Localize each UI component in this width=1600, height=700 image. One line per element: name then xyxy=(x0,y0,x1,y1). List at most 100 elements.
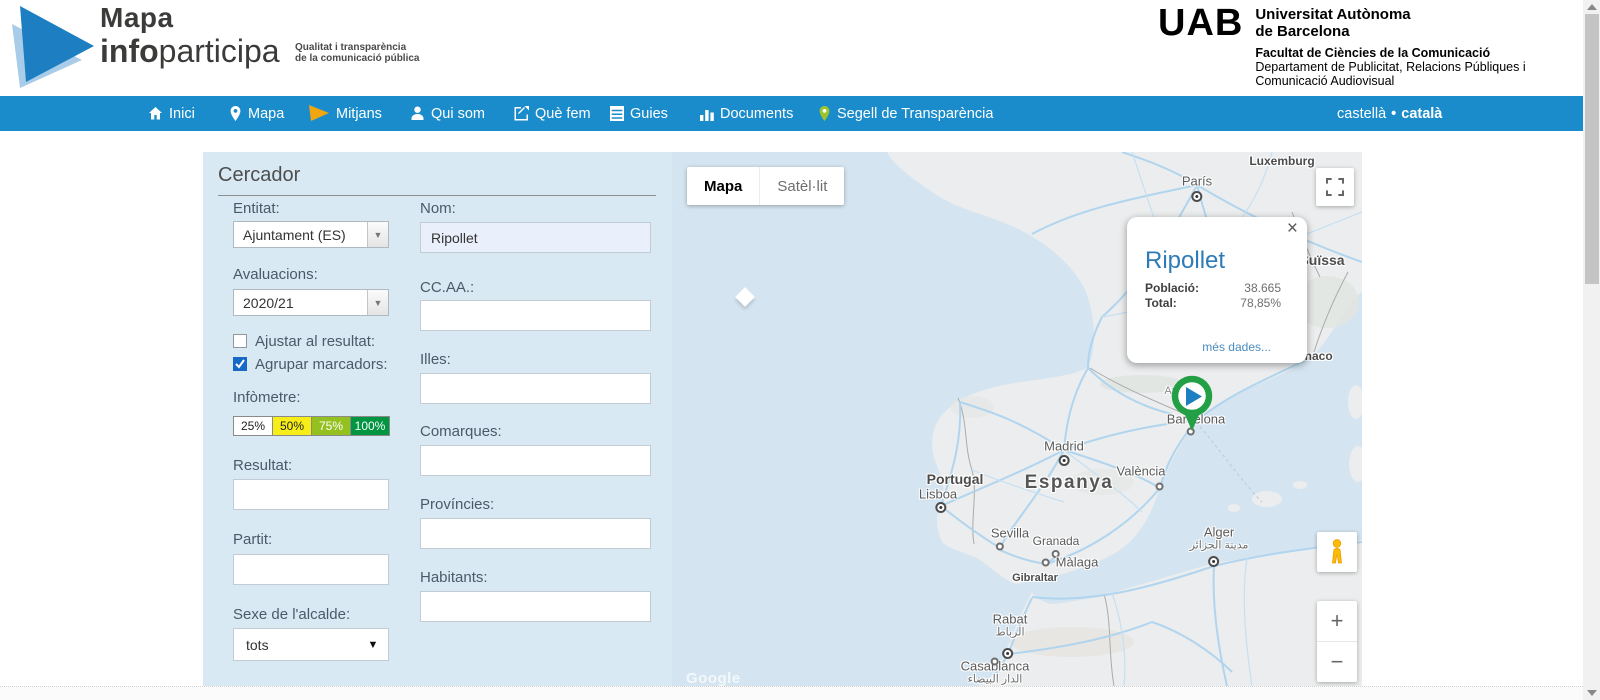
infometre-seg-75: 75% xyxy=(312,417,351,435)
map-city-marker-icon xyxy=(1042,558,1050,566)
infometre-seg-100: 100% xyxy=(351,417,389,435)
nom-label: Nom: xyxy=(420,200,456,217)
entitat-value: Ajuntament (ES) xyxy=(234,227,367,243)
entitat-label: Entitat: xyxy=(233,200,280,217)
infometre-seg-50: 50% xyxy=(273,417,312,435)
nav-item-que-fem[interactable]: Què fem xyxy=(514,96,591,131)
uab-line1: Universitat Autònoma xyxy=(1255,6,1525,23)
avaluacions-value: 2020/21 xyxy=(234,295,367,311)
map-type-control: Mapa Satèl·lit xyxy=(687,167,844,205)
map-label-rabat: Rabatالرباط xyxy=(993,612,1028,639)
map-city-marker-icon xyxy=(1002,648,1013,659)
map-label-luxemburg: Luxemburg xyxy=(1249,154,1314,168)
header: Mapa infoparticipa Qualitat i transparèn… xyxy=(0,0,1583,96)
pegman-button[interactable] xyxy=(1317,532,1357,572)
search-panel: Cercador Entitat: Ajuntament (ES) ▼ Aval… xyxy=(203,152,672,686)
infometre-seg-25: 25% xyxy=(234,417,273,435)
avaluacions-select[interactable]: 2020/21 ▼ xyxy=(233,289,389,316)
uab-line4: Departament de Publicitat, Relacions Púb… xyxy=(1255,60,1525,74)
partit-input[interactable] xyxy=(233,554,389,585)
nav-item-guies[interactable]: Guies xyxy=(610,96,668,131)
language-separator: • xyxy=(1391,106,1396,122)
agrupar-label: Agrupar marcadors: xyxy=(255,356,388,373)
map-city-marker-icon xyxy=(991,657,999,665)
close-icon[interactable]: × xyxy=(1287,218,1298,240)
nav-item-mapa[interactable]: Mapa xyxy=(229,96,284,131)
tagline-line2: de la comunicació pública xyxy=(295,53,419,64)
entitat-select[interactable]: Ajuntament (ES) ▼ xyxy=(233,221,389,248)
resultat-input[interactable] xyxy=(233,479,389,510)
language-castella[interactable]: castellà xyxy=(1337,106,1386,122)
popup-title: Ripollet xyxy=(1145,247,1307,275)
uab-block: UAB Universitat Autònoma de Barcelona Fa… xyxy=(1158,6,1526,88)
chevron-down-icon: ▼ xyxy=(358,639,388,651)
uab-line5: Comunicació Audiovisual xyxy=(1255,74,1525,88)
uab-logo: UAB xyxy=(1158,6,1243,88)
nav-item-documents[interactable]: Documents xyxy=(700,96,793,131)
infometre-label: Infòmetre: xyxy=(233,389,301,406)
zoom-in-button[interactable]: + xyxy=(1317,601,1357,642)
ccaa-input[interactable] xyxy=(420,300,651,331)
sexe-select[interactable]: tots ▼ xyxy=(233,628,389,661)
google-watermark: Google xyxy=(686,670,741,686)
document-lines-icon xyxy=(610,106,624,121)
map-label-alger: Algerمدينة الجزائر xyxy=(1190,525,1249,552)
provincies-input[interactable] xyxy=(420,518,651,549)
page: Mapa infoparticipa Qualitat i transparèn… xyxy=(0,0,1600,700)
zoom-out-button[interactable]: − xyxy=(1317,642,1357,682)
zoom-control: + − xyxy=(1317,601,1357,682)
map-canvas[interactable]: LuxemburgParísSuïssaMònacoAndorraBarcelo… xyxy=(672,152,1362,686)
person-icon xyxy=(410,106,425,121)
provincies-label: Províncies: xyxy=(420,496,494,513)
ccaa-label: CC.AA.: xyxy=(420,279,474,296)
nav-item-qui-som[interactable]: Qui som xyxy=(410,96,485,131)
more-data-link[interactable]: més dades... xyxy=(1202,340,1271,354)
pegman-icon xyxy=(1328,539,1346,565)
nav-item-inici[interactable]: Inici xyxy=(148,96,195,131)
nom-input[interactable] xyxy=(420,222,651,253)
language-catala[interactable]: català xyxy=(1401,106,1442,122)
green-pin-icon xyxy=(818,106,831,121)
info-popup: × Ripollet Població: 38.665 Total: 78,85… xyxy=(1127,217,1307,363)
map-city-marker-icon xyxy=(1156,482,1164,490)
scrollbar-up-arrow-icon[interactable] xyxy=(1587,4,1597,10)
map-view-button[interactable]: Mapa xyxy=(687,167,759,205)
map-city-marker-icon xyxy=(1192,191,1203,202)
logo-type: Mapa infoparticipa xyxy=(100,4,280,67)
comarques-input[interactable] xyxy=(420,445,651,476)
map-pin-icon xyxy=(229,106,242,121)
scrollbar-down-arrow-icon[interactable] xyxy=(1587,690,1597,696)
map-label-espanya: Espanya xyxy=(1025,472,1114,494)
illes-input[interactable] xyxy=(420,373,651,404)
map-label-casablanca: Casablancaالدار البيضاء xyxy=(961,659,1030,686)
fullscreen-button[interactable] xyxy=(1316,168,1354,206)
popup-row-total: Total: 78,85% xyxy=(1127,296,1307,311)
main-navigation: Inici Mapa Mitjans Qui som Què fem Guies… xyxy=(0,96,1583,131)
uab-line3: Facultat de Ciències de la Comunicació xyxy=(1255,46,1525,60)
map-city-marker-icon xyxy=(996,542,1004,550)
agrupar-checkbox[interactable] xyxy=(233,357,247,371)
result-marker-pin[interactable] xyxy=(1169,374,1215,432)
sexe-value: tots xyxy=(234,637,358,653)
nav-item-segell-de-transparencia[interactable]: Segell de Transparència xyxy=(818,96,993,131)
uab-text: Universitat Autònoma de Barcelona Facult… xyxy=(1255,6,1525,88)
map-label-portugal: Portugal xyxy=(927,471,984,487)
home-icon xyxy=(148,106,163,121)
ajustar-checkbox[interactable] xyxy=(233,334,247,348)
ajustar-label: Ajustar al resultat: xyxy=(255,333,375,350)
bar-chart-icon xyxy=(700,107,714,121)
language-switcher: castellà • català xyxy=(1337,96,1442,131)
page-bottom-strip xyxy=(0,686,1583,700)
chevron-down-icon: ▼ xyxy=(367,290,388,315)
compose-icon xyxy=(514,106,529,121)
map-label-val-ncia: València xyxy=(1117,464,1166,479)
satellite-view-button[interactable]: Satèl·lit xyxy=(759,167,844,205)
page-scrollbar[interactable] xyxy=(1583,0,1600,700)
map-label-m-laga: Màlaga xyxy=(1056,555,1099,570)
map-label-par-s: París xyxy=(1182,174,1212,189)
map-city-marker-icon xyxy=(1059,455,1070,466)
habitants-input[interactable] xyxy=(420,591,651,622)
scrollbar-thumb[interactable] xyxy=(1585,14,1599,284)
sexe-label: Sexe de l'alcalde: xyxy=(233,606,350,623)
nav-item-mitjans[interactable]: Mitjans xyxy=(308,96,382,131)
